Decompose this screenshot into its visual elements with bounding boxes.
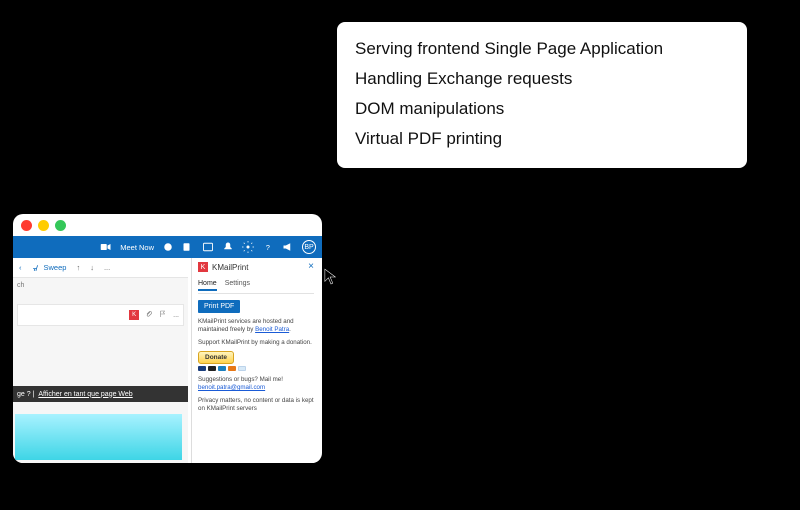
mouse-cursor-icon <box>324 268 338 286</box>
avatar-initials: BP <box>304 244 313 251</box>
svg-text:?: ? <box>266 243 270 252</box>
flag-icon[interactable] <box>159 310 167 320</box>
panel-header: K KMailPrint × <box>198 262 314 276</box>
skype-icon[interactable] <box>162 241 174 253</box>
window-max-dot[interactable] <box>55 220 66 231</box>
donate-button[interactable]: Donate <box>198 351 234 364</box>
payment-cards <box>198 366 314 371</box>
window-close-dot[interactable] <box>21 220 32 231</box>
down-arrow-icon[interactable]: ↓ <box>90 263 94 272</box>
message-row[interactable]: K ... <box>17 304 184 326</box>
suggestions-email-link[interactable]: benoit.patra@gmail.com <box>198 384 265 391</box>
kmailprint-panel: K KMailPrint × Home Settings Print PDF K… <box>191 258 320 463</box>
info-box: Serving frontend Single Page Application… <box>337 22 747 168</box>
hosted-text-suffix: . <box>289 326 291 333</box>
paypal-icon <box>238 366 246 371</box>
infobar-prefix: ge ? | <box>17 391 34 398</box>
account-avatar[interactable]: BP <box>302 240 316 254</box>
mastercard-icon <box>208 366 216 371</box>
today-header <box>17 289 184 304</box>
mail-pane: ‹ Sweep ↑ ↓ ... ch K ... <box>13 258 188 463</box>
info-line-2: Handling Exchange requests <box>355 64 729 94</box>
info-line-3: DOM manipulations <box>355 94 729 124</box>
more-dots-icon[interactable]: ... <box>104 263 110 272</box>
window-traffic-lights <box>21 220 66 231</box>
panel-tabs: Home Settings <box>198 278 314 294</box>
outlook-window: Meet Now ? BP ‹ Swe <box>13 214 322 463</box>
teams-icon[interactable] <box>182 241 194 253</box>
meet-now-button[interactable]: Meet Now <box>120 243 154 252</box>
suggestions-text: Suggestions or bugs? Mail me! benoit.pat… <box>198 376 314 392</box>
privacy-text: Privacy matters, no content or data is k… <box>198 397 314 413</box>
tab-settings[interactable]: Settings <box>225 280 250 291</box>
attachment-icon <box>145 310 153 320</box>
meet-now-label: Meet Now <box>120 243 154 252</box>
hosted-link[interactable]: Benoit Patra <box>255 326 289 333</box>
chevron-left-icon[interactable]: ‹ <box>19 263 22 272</box>
tab-home[interactable]: Home <box>198 280 217 291</box>
kmailprint-badge-icon: K <box>129 310 139 320</box>
discover-icon <box>228 366 236 371</box>
infobar-link[interactable]: Afficher en tant que page Web <box>38 391 132 398</box>
amex-icon <box>218 366 226 371</box>
gear-icon[interactable] <box>242 241 254 253</box>
panel-title: KMailPrint <box>212 263 304 272</box>
sweep-button[interactable]: Sweep <box>32 263 67 272</box>
up-arrow-icon[interactable]: ↑ <box>76 263 80 272</box>
mail-left-hint: ch <box>17 282 184 289</box>
hosted-text: KMailPrint services are hosted and maint… <box>198 318 314 334</box>
print-pdf-button[interactable]: Print PDF <box>198 300 240 313</box>
support-text: Support KMailPrint by making a donation. <box>198 339 314 347</box>
suggestions-text-label: Suggestions or bugs? Mail me! <box>198 376 283 383</box>
window-min-dot[interactable] <box>38 220 49 231</box>
kmailprint-logo-icon: K <box>198 262 208 272</box>
info-line-4: Virtual PDF printing <box>355 124 729 154</box>
mail-toolbar: ‹ Sweep ↑ ↓ ... <box>13 258 188 278</box>
visa-icon <box>198 366 206 371</box>
sweep-label: Sweep <box>44 263 67 272</box>
help-icon[interactable]: ? <box>262 241 274 253</box>
bell-icon[interactable] <box>222 241 234 253</box>
infobar: ge ? | Afficher en tant que page Web <box>13 386 188 402</box>
megaphone-icon[interactable] <box>282 241 294 253</box>
row-more-icon[interactable]: ... <box>173 312 179 319</box>
mail-body: ch K ... <box>13 278 188 330</box>
video-icon[interactable] <box>100 241 112 253</box>
calendar-icon[interactable] <box>202 241 214 253</box>
email-content-preview <box>15 414 182 460</box>
info-line-1: Serving frontend Single Page Application <box>355 34 729 64</box>
panel-close-icon[interactable]: × <box>308 262 314 272</box>
outlook-top-bar: Meet Now ? BP <box>13 236 322 258</box>
